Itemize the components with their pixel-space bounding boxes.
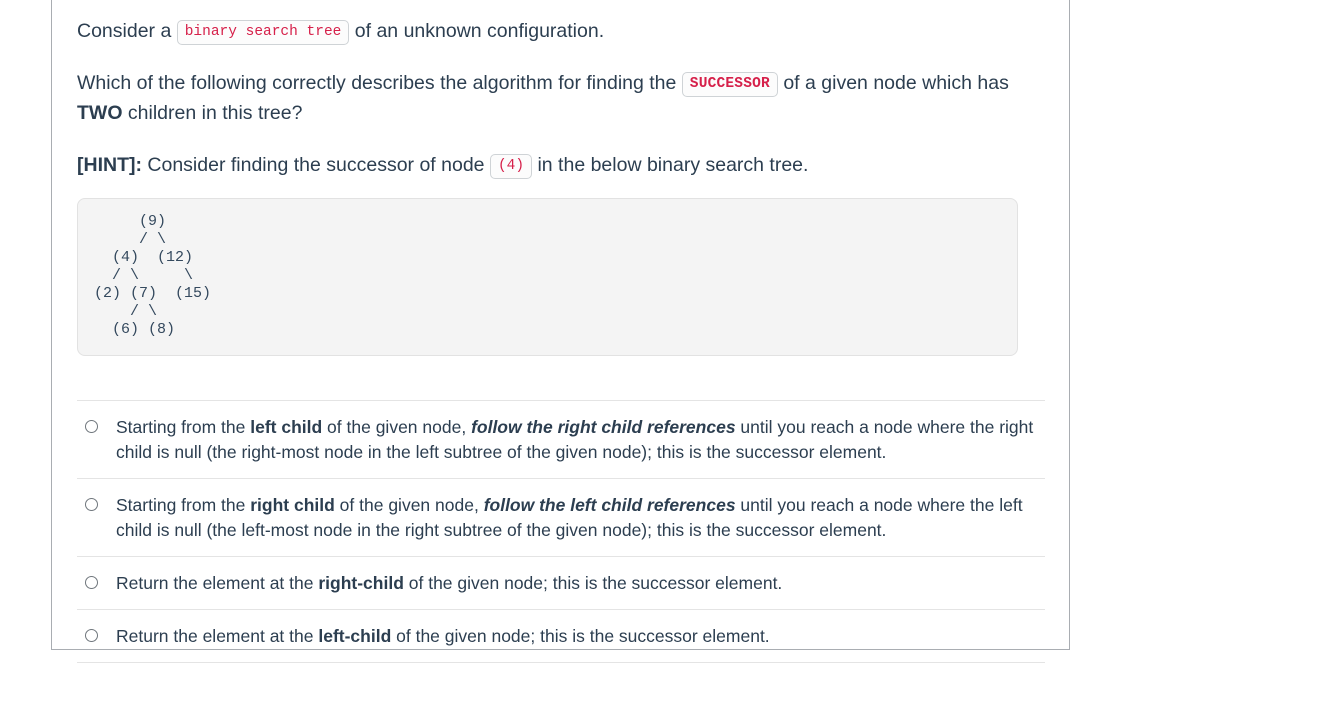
option-row[interactable]: Return the element at the left-child of … [77,609,1045,663]
option-row[interactable]: Return the element at the right-child of… [77,556,1045,609]
option-a-part-2: of the given node, [322,417,472,437]
option-b-part-2: of the given node, [334,495,484,515]
option-a-text: Starting from the left child of the give… [116,415,1045,465]
hint-before: Consider finding the successor of node [141,154,490,176]
inline-code-node-4: (4) [489,154,533,179]
prompt-1-after: of an unknown configuration. [349,20,605,42]
option-b-emphasis: follow the left child references [483,495,736,515]
prompt-2-after: children in this tree? [122,102,303,124]
option-row[interactable]: Starting from the left child of the give… [77,400,1045,478]
prompt-line-3-hint: [HINT]: Consider finding the successor o… [77,150,1027,180]
prompt-2-before: Which of the following correctly describ… [77,72,682,94]
option-a-bold: left child [250,417,323,437]
option-a-emphasis: follow the right child references [471,417,736,437]
prompt-line-1: Consider a binary search tree of an unkn… [77,16,1027,46]
option-b-part-1: Starting from the [116,495,251,515]
prompt-2-bold-two: TWO [77,102,123,124]
radio-button-option-b[interactable] [85,498,98,511]
prompt-1-before: Consider a [77,20,177,42]
option-c-text: Return the element at the right-child of… [116,571,1045,596]
hint-after: in the below binary search tree. [532,154,809,176]
inline-code-successor: SUCCESSOR [681,72,778,97]
option-c-bold: right-child [318,573,404,593]
option-b-bold: right child [250,495,335,515]
option-b-text: Starting from the right child of the giv… [116,493,1045,543]
inline-code-binary-search-tree: binary search tree [176,20,350,45]
tree-ascii-art: (9) / \ (4) (12) / \ \ (2) (7) (15) / \ … [94,213,212,338]
radio-button-option-a[interactable] [85,420,98,433]
hint-label: [HINT]: [77,154,142,176]
option-d-text: Return the element at the left-child of … [116,624,1045,649]
radio-button-option-c[interactable] [85,576,98,589]
option-d-part-2: of the given node; this is the successor… [391,626,770,646]
prompt-line-2: Which of the following correctly describ… [77,68,1027,128]
question-body: Consider a binary search tree of an unkn… [77,0,1045,663]
option-d-part-1: Return the element at the [116,626,319,646]
option-d-bold: left-child [318,626,392,646]
option-row[interactable]: Starting from the right child of the giv… [77,478,1045,556]
answer-options-list: Starting from the left child of the give… [77,400,1045,663]
question-card: Consider a binary search tree of an unkn… [51,0,1070,663]
option-c-part-1: Return the element at the [116,573,319,593]
radio-button-option-d[interactable] [85,629,98,642]
tree-diagram-block: (9) / \ (4) (12) / \ \ (2) (7) (15) / \ … [77,198,1018,356]
option-a-part-1: Starting from the [116,417,251,437]
option-c-part-2: of the given node; this is the successor… [403,573,783,593]
prompt-2-mid: of a given node which has [777,72,1009,94]
